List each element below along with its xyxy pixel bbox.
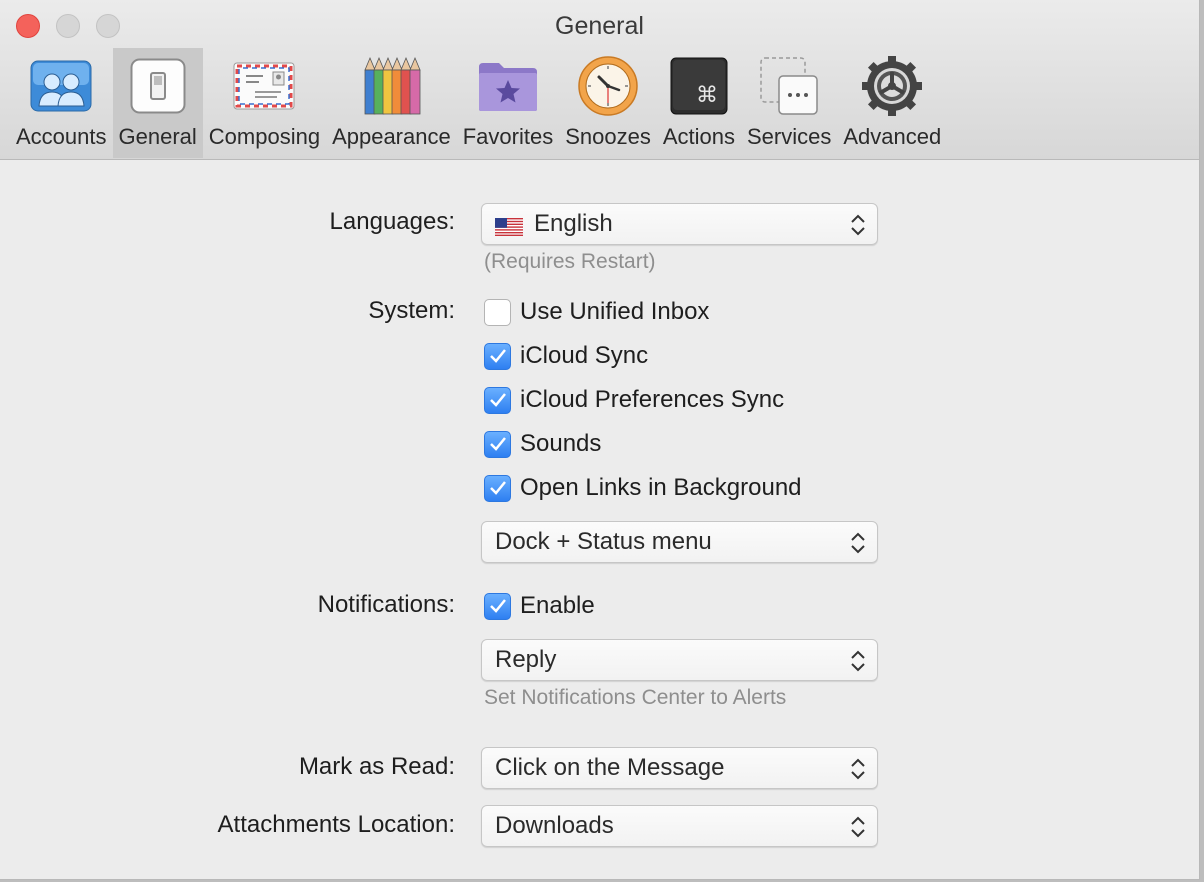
checkbox-box[interactable]	[484, 342, 511, 370]
chevron-updown-icon	[851, 650, 865, 672]
dock-status-value: Dock + Status menu	[495, 528, 712, 555]
sounds-checkbox[interactable]: Sounds	[484, 430, 601, 458]
tab-label: Composing	[208, 124, 321, 149]
attachments-location-value: Downloads	[495, 812, 614, 839]
checkbox-label: iCloud Sync	[520, 342, 649, 369]
tab-label: Actions	[662, 124, 735, 149]
tab-composing[interactable]: Composing	[203, 48, 326, 158]
tab-accounts[interactable]: Accounts	[10, 48, 113, 158]
mark-as-read-label: Mark as Read:	[298, 753, 455, 780]
tab-label: General	[118, 124, 197, 149]
tab-services[interactable]: Services	[741, 48, 837, 158]
checkbox-box[interactable]	[484, 298, 511, 326]
general-switch-icon	[126, 54, 190, 118]
tab-label: Snoozes	[565, 124, 651, 149]
tab-label: Services	[746, 124, 832, 149]
checkmark-icon	[489, 599, 506, 613]
tab-snoozes[interactable]: Snoozes	[559, 48, 657, 158]
checkmark-icon	[489, 437, 506, 451]
titlebar: General Accounts General Composing Appea…	[0, 0, 1199, 160]
language-popup[interactable]: English	[481, 203, 878, 245]
language-value: English	[534, 210, 613, 237]
checkmark-icon	[489, 393, 506, 407]
gear-icon	[860, 54, 924, 118]
tab-label: Favorites	[462, 124, 554, 149]
checkbox-label: Open Links in Background	[520, 474, 802, 501]
unified-inbox-checkbox[interactable]: Use Unified Inbox	[484, 298, 709, 326]
tab-advanced[interactable]: Advanced	[837, 48, 947, 158]
languages-label: Languages:	[329, 208, 455, 235]
chevron-updown-icon	[851, 816, 865, 838]
preferences-window: General Accounts General Composing Appea…	[0, 0, 1200, 880]
tab-favorites[interactable]: Favorites	[457, 48, 559, 158]
checkbox-box[interactable]	[484, 430, 511, 458]
accounts-icon	[29, 54, 93, 118]
tab-label: Accounts	[16, 124, 107, 149]
services-icon	[757, 54, 821, 118]
mark-as-read-popup[interactable]: Click on the Message	[481, 747, 878, 789]
chevron-updown-icon	[851, 532, 865, 554]
icloud-preferences-sync-checkbox[interactable]: iCloud Preferences Sync	[484, 386, 784, 414]
tab-general[interactable]: General	[112, 48, 203, 158]
tab-label: Advanced	[843, 124, 942, 149]
checkbox-label: Sounds	[520, 430, 602, 457]
restart-hint: (Requires Restart)	[484, 250, 656, 273]
checkbox-box[interactable]	[484, 592, 511, 620]
notification-action-popup[interactable]: Reply	[481, 639, 878, 681]
checkmark-icon	[489, 481, 506, 495]
notifications-hint: Set Notifications Center to Alerts	[484, 686, 787, 709]
dock-status-popup[interactable]: Dock + Status menu	[481, 521, 878, 563]
us-flag-icon	[495, 215, 523, 236]
chevron-updown-icon	[851, 758, 865, 780]
checkbox-label: Enable	[520, 592, 595, 619]
preferences-toolbar: Accounts General Composing Appearance Fa…	[10, 48, 947, 158]
clock-icon	[576, 54, 640, 118]
notification-action-value: Reply	[495, 646, 557, 673]
tab-label: Appearance	[332, 124, 451, 149]
attachments-location-popup[interactable]: Downloads	[481, 805, 878, 847]
notifications-enable-checkbox[interactable]: Enable	[484, 592, 595, 620]
colored-pencils-icon	[359, 54, 423, 118]
tab-appearance[interactable]: Appearance	[326, 48, 457, 158]
system-label: System:	[368, 297, 455, 324]
svg-text:⌘: ⌘	[696, 83, 718, 108]
checkbox-box[interactable]	[484, 474, 511, 502]
attachments-location-label: Attachments Location:	[217, 811, 455, 838]
checkbox-box[interactable]	[484, 386, 511, 414]
checkmark-icon	[489, 349, 506, 363]
icloud-sync-checkbox[interactable]: iCloud Sync	[484, 342, 648, 370]
window-title: General	[555, 12, 644, 40]
checkbox-label: Use Unified Inbox	[520, 298, 710, 325]
mark-as-read-value: Click on the Message	[495, 754, 725, 781]
envelope-icon	[232, 54, 296, 118]
tab-actions[interactable]: ⌘ Actions	[657, 48, 741, 158]
command-key-icon: ⌘	[667, 54, 731, 118]
checkbox-label: iCloud Preferences Sync	[520, 386, 785, 413]
star-folder-icon	[476, 54, 540, 118]
open-links-background-checkbox[interactable]: Open Links in Background	[484, 474, 802, 502]
notifications-label: Notifications:	[317, 591, 455, 618]
chevron-updown-icon	[851, 214, 865, 236]
